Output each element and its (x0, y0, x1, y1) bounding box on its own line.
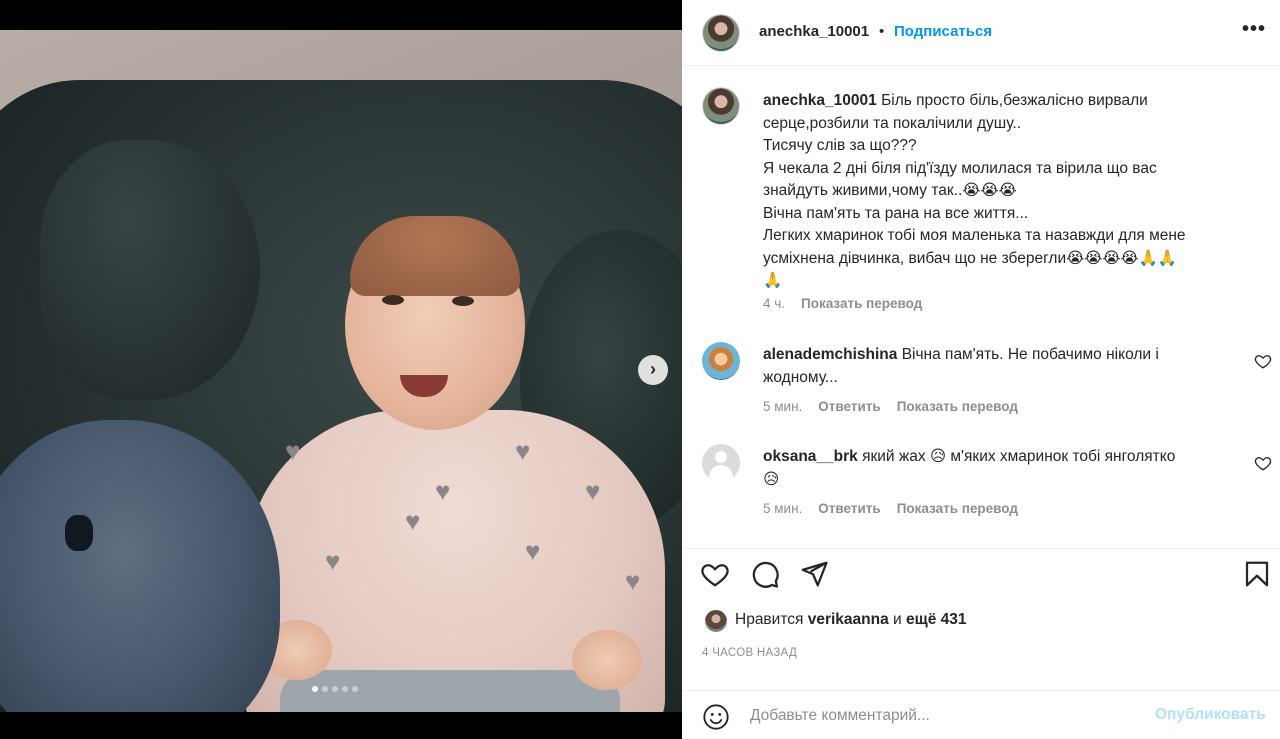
sweater-heart: ♥ (405, 506, 421, 536)
caption-line: Вічна пам'ять та рана на все життя... (763, 204, 1029, 222)
save-bookmark-icon[interactable] (1242, 559, 1272, 589)
author-username[interactable]: anechka_10001 (759, 23, 869, 40)
caption-line: Я чекала 2 дні біля під'їзду молилася та… (763, 159, 1157, 177)
baby-hand-right (572, 630, 642, 690)
sweater-heart: ♥ (325, 546, 341, 576)
comment-line: жодному... (763, 368, 838, 386)
caption-line: Легких хмаринок тобі моя маленька та наз… (763, 227, 1186, 244)
carousel-dot (322, 686, 328, 692)
likes-middle: и (893, 611, 902, 628)
comment-line: який жах 😥 м'яких хмаринок тобі янголятк… (862, 448, 1176, 465)
emoji-icon[interactable] (702, 703, 730, 731)
caption-line: Тисячу слів за що??? (763, 137, 917, 154)
more-options-icon[interactable]: ••• (1242, 18, 1266, 41)
plush-eye (65, 515, 93, 551)
baby-eye-right (452, 296, 474, 306)
instagram-post-modal: ♥ ♥ ♥ ♥ ♥ ♥ ♥ ♥ › anechka_10001 • Подпис… (0, 0, 1280, 739)
sweater-heart: ♥ (525, 536, 541, 566)
comment-line: 😥 (763, 470, 780, 488)
share-icon[interactable] (799, 559, 829, 589)
sweater-heart: ♥ (625, 566, 641, 596)
commenter-avatar[interactable] (702, 342, 740, 380)
sweater-heart: ♥ (285, 436, 301, 466)
caption-line: 🙏 (763, 272, 783, 289)
comment-meta: 5 мин. Ответить Показать перевод (763, 501, 1018, 516)
caption-line: усміхнена дівчинка, вибач що не зберегли… (763, 249, 1178, 267)
comment-icon[interactable] (750, 559, 780, 589)
comment-text: alenademchishina Вічна пам'ять. Не побач… (763, 344, 1243, 389)
commenter-avatar[interactable] (702, 444, 740, 482)
sofa-fold (40, 140, 260, 400)
reply-link[interactable]: Ответить (818, 501, 880, 516)
caption-author-avatar[interactable] (702, 87, 740, 125)
likes-summary: Нравится verikaanna и ещё 431 (735, 611, 967, 629)
like-comment-heart-icon[interactable] (1254, 352, 1272, 370)
carousel-dot (332, 686, 338, 692)
caption-text: anechka_10001 Біль просто біль,безжалісн… (763, 90, 1243, 293)
reply-link[interactable]: Ответить (818, 399, 880, 414)
liker-avatar[interactable] (704, 609, 728, 633)
commenter-username[interactable]: alenademchishina (763, 346, 897, 363)
baby-eye-left (382, 295, 404, 305)
carousel-dot (312, 686, 318, 692)
follow-button[interactable]: Подписаться (894, 23, 992, 40)
caption-time[interactable]: 4 ч. (763, 296, 785, 311)
publish-button[interactable]: Опубликовать (1155, 706, 1266, 724)
like-comment-heart-icon[interactable] (1254, 454, 1272, 472)
post-media-pane: ♥ ♥ ♥ ♥ ♥ ♥ ♥ ♥ › (0, 0, 682, 739)
caption-meta: 4 ч. Показать перевод (763, 296, 922, 311)
post-details-panel: anechka_10001 • Подписаться ••• anechka_… (682, 0, 1280, 739)
caption-line: знайдуть живими,чому так..😭😭😭 (763, 182, 1017, 199)
sweater-heart: ♥ (585, 476, 601, 506)
comment-meta: 5 мин. Ответить Показать перевод (763, 399, 1018, 414)
comment-line: Вічна пам'ять. Не побачимо ніколи і (901, 346, 1159, 363)
sweater-heart: ♥ (515, 436, 531, 466)
caption-translate-link[interactable]: Показать перевод (801, 296, 922, 311)
comment-time[interactable]: 5 мин. (763, 399, 802, 414)
author-avatar[interactable] (702, 14, 740, 52)
carousel-next-button[interactable]: › (638, 355, 668, 385)
caption-author-username[interactable]: anechka_10001 (763, 92, 877, 109)
header-separator: • (879, 23, 885, 40)
post-header: anechka_10001 • Подписаться ••• (682, 0, 1280, 66)
likes-count-link[interactable]: ещё 431 (906, 611, 967, 628)
comments-list: anechka_10001 Біль просто біль,безжалісн… (682, 67, 1280, 547)
carousel-dot (352, 686, 358, 692)
comment-text: oksana__brk який жах 😥 м'яких хмаринок т… (763, 446, 1243, 491)
translate-link[interactable]: Показать перевод (897, 399, 1018, 414)
add-comment-bar: Опубликовать (682, 690, 1280, 739)
caption-line: Біль просто біль,безжалісно вирвали (881, 92, 1148, 109)
translate-link[interactable]: Показать перевод (897, 501, 1018, 516)
carousel-indicator (312, 686, 358, 692)
carousel-dot (342, 686, 348, 692)
post-photo[interactable]: ♥ ♥ ♥ ♥ ♥ ♥ ♥ ♥ (0, 30, 682, 712)
post-timestamp[interactable]: 4 ЧАСОВ НАЗАД (702, 647, 797, 659)
liker-username[interactable]: verikaanna (808, 611, 889, 628)
comment-time[interactable]: 5 мин. (763, 501, 802, 516)
sweater-heart: ♥ (435, 476, 451, 506)
like-heart-icon[interactable] (700, 559, 730, 589)
caption-line: серце,розбили та покалічили душу.. (763, 114, 1022, 132)
commenter-username[interactable]: oksana__brk (763, 448, 858, 465)
likes-prefix: Нравится (735, 611, 804, 628)
comment-input[interactable] (750, 703, 1140, 729)
